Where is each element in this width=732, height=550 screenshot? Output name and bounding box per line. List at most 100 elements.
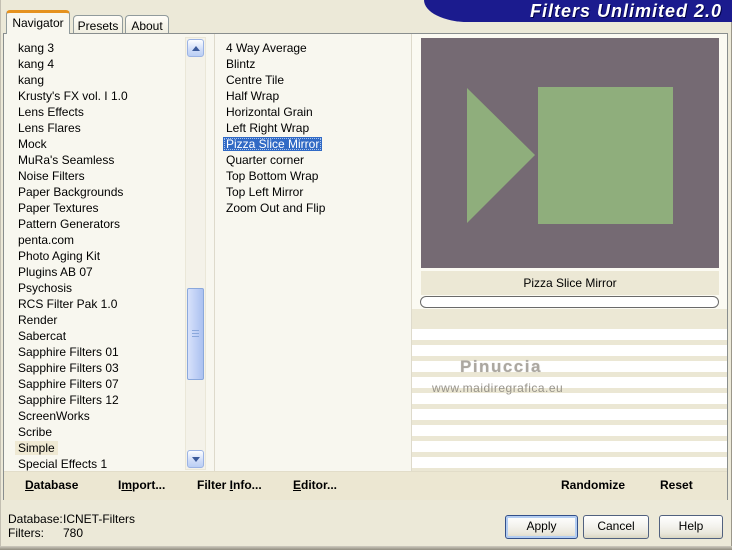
filter-item-label: Horizontal Grain (226, 105, 313, 119)
tab-navigator[interactable]: Navigator (6, 10, 70, 34)
watermark-url: www.maidiregrafica.eu (432, 381, 564, 395)
category-item[interactable]: kang 4 (15, 56, 131, 72)
filter-item-label: Zoom Out and Flip (226, 201, 326, 215)
category-item[interactable]: Lens Effects (15, 104, 131, 120)
category-item[interactable]: Pattern Generators (15, 216, 131, 232)
category-item-label: Pattern Generators (18, 217, 121, 231)
scrollbar-thumb[interactable] (187, 288, 204, 380)
category-item[interactable]: ScreenWorks (15, 408, 131, 424)
tab-presets-label: Presets (77, 19, 119, 33)
category-item[interactable]: Plugins AB 07 (15, 264, 131, 280)
preview-panel: Pizza Slice Mirror Pinuccia www.maidireg… (412, 34, 727, 471)
category-item[interactable]: penta.com (15, 232, 131, 248)
category-item-label: RCS Filter Pak 1.0 (18, 297, 118, 311)
category-item-label: Lens Flares (18, 121, 81, 135)
editor-button[interactable]: Editor... (293, 478, 337, 492)
category-item[interactable]: Simple (15, 440, 131, 456)
category-item[interactable]: Paper Backgrounds (15, 184, 131, 200)
navigator-tab-page: kang 3 kang 4 kang Krusty's FX vol. I 1.… (3, 33, 728, 500)
category-item[interactable]: Mock (15, 136, 131, 152)
category-item[interactable]: kang 3 (15, 40, 131, 56)
filter-item-label: Quarter corner (226, 153, 305, 167)
filter-item[interactable]: Top Bottom Wrap (223, 168, 328, 184)
category-item-label: Scribe (18, 425, 53, 439)
filter-item[interactable]: 4 Way Average (223, 40, 328, 56)
category-item[interactable]: Scribe (15, 424, 131, 440)
filter-control-slider[interactable] (420, 296, 719, 308)
import-button[interactable]: Import... (118, 478, 165, 492)
category-item[interactable]: MuRa's Seamless (15, 152, 131, 168)
tab-about[interactable]: About (125, 15, 169, 33)
category-item-label: kang 4 (18, 57, 55, 71)
randomize-button[interactable]: Randomize (561, 478, 625, 492)
filter-item[interactable]: Centre Tile (223, 72, 328, 88)
window-bottom-edge (0, 546, 732, 550)
filter-item[interactable]: Left Right Wrap (223, 120, 328, 136)
category-item[interactable]: Sabercat (15, 328, 131, 344)
category-item-label: Simple (15, 441, 58, 455)
category-item[interactable]: Krusty's FX vol. I 1.0 (15, 88, 131, 104)
database-button[interactable]: Database (25, 478, 78, 492)
preview-square-shape (538, 87, 673, 224)
import-label-key: m (121, 478, 133, 492)
controls-area (412, 329, 727, 471)
status-database-label: Database: (8, 512, 63, 526)
tab-presets[interactable]: Presets (73, 15, 123, 33)
category-item[interactable]: Special Effects 1 (15, 456, 131, 472)
filter-item-label: Pizza Slice Mirror (223, 137, 323, 151)
list-divider (214, 34, 215, 471)
scroll-up-button[interactable] (187, 39, 204, 57)
filter-item-label: Top Left Mirror (226, 185, 304, 199)
tab-about-label: About (131, 19, 163, 33)
filter-item[interactable]: Blintz (223, 56, 328, 72)
status-filters-label: Filters: (8, 526, 44, 540)
database-label-post: atabase (33, 478, 79, 492)
arrow-up-icon (191, 45, 200, 51)
category-item-label: Paper Textures (18, 201, 99, 215)
category-item[interactable]: Photo Aging Kit (15, 248, 131, 264)
cancel-button[interactable]: Cancel (583, 515, 649, 539)
filter-item-label: Half Wrap (226, 89, 280, 103)
editor-label-key: E (293, 478, 302, 492)
category-item[interactable]: Noise Filters (15, 168, 131, 184)
category-item[interactable]: Sapphire Filters 07 (15, 376, 131, 392)
help-button[interactable]: Help (659, 515, 723, 539)
category-item-label: kang 3 (18, 41, 55, 55)
category-item-label: Plugins AB 07 (18, 265, 93, 279)
category-item-label: Mock (18, 137, 47, 151)
category-scrollbar[interactable] (185, 37, 206, 470)
category-item[interactable]: kang (15, 72, 131, 88)
category-item[interactable]: RCS Filter Pak 1.0 (15, 296, 131, 312)
filter-info-label-pre: Filter (197, 478, 230, 492)
category-list: kang 3 kang 4 kang Krusty's FX vol. I 1.… (15, 40, 131, 472)
category-item-label: MuRa's Seamless (18, 153, 115, 167)
category-item[interactable]: Psychosis (15, 280, 131, 296)
filter-item[interactable]: Half Wrap (223, 88, 328, 104)
status-database-value: ICNET-Filters (63, 512, 135, 526)
category-item[interactable]: Render (15, 312, 131, 328)
filter-item[interactable]: Horizontal Grain (223, 104, 328, 120)
filter-item-label: Top Bottom Wrap (226, 169, 319, 183)
category-item[interactable]: Sapphire Filters 12 (15, 392, 131, 408)
preview-caption: Pizza Slice Mirror (421, 271, 719, 295)
category-item[interactable]: Sapphire Filters 03 (15, 360, 131, 376)
filter-item[interactable]: Pizza Slice Mirror (223, 136, 328, 152)
filter-info-label-post: nfo... (233, 478, 262, 492)
category-item-label: Sapphire Filters 01 (18, 345, 119, 359)
reset-button[interactable]: Reset (660, 478, 693, 492)
database-label-key: D (25, 478, 34, 492)
category-item-label: Krusty's FX vol. I 1.0 (18, 89, 128, 103)
category-item[interactable]: Lens Flares (15, 120, 131, 136)
category-item[interactable]: Sapphire Filters 01 (15, 344, 131, 360)
category-item-label: penta.com (18, 233, 75, 247)
filter-info-button[interactable]: Filter Info... (197, 478, 262, 492)
scroll-down-button[interactable] (187, 450, 204, 468)
window-title: Filters Unlimited 2.0 (529, 0, 722, 21)
category-item[interactable]: Paper Textures (15, 200, 131, 216)
apply-button[interactable]: Apply (505, 515, 578, 539)
filter-item[interactable]: Quarter corner (223, 152, 328, 168)
filter-item[interactable]: Top Left Mirror (223, 184, 328, 200)
category-item-label: Photo Aging Kit (18, 249, 101, 263)
status-filters-value: 780 (63, 526, 84, 540)
filter-item[interactable]: Zoom Out and Flip (223, 200, 328, 216)
